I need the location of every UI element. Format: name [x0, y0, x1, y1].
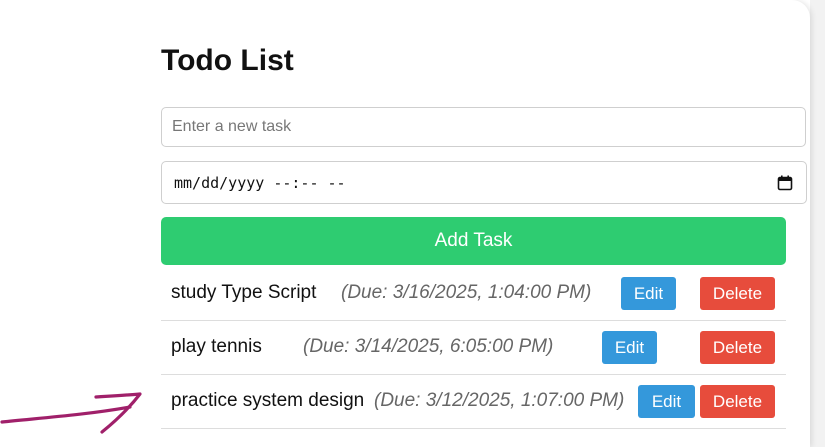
- edit-button[interactable]: Edit: [638, 385, 695, 418]
- task-row: study Type Script (Due: 3/16/2025, 1:04:…: [161, 266, 786, 321]
- page: Todo List mm/dd/yyyy --:-- -- Add Task s…: [0, 0, 825, 447]
- add-task-button[interactable]: Add Task: [161, 217, 786, 265]
- annotation-arrow-icon: [0, 392, 142, 434]
- window-edge: [810, 0, 825, 447]
- task-row: play tennis (Due: 3/14/2025, 6:05:00 PM)…: [161, 320, 786, 375]
- edit-button[interactable]: Edit: [621, 277, 676, 310]
- edit-button[interactable]: Edit: [602, 331, 657, 364]
- task-input[interactable]: [161, 107, 806, 147]
- delete-button[interactable]: Delete: [700, 331, 775, 364]
- task-name: study Type Script: [171, 282, 317, 303]
- delete-button[interactable]: Delete: [700, 277, 775, 310]
- due-date-input[interactable]: mm/dd/yyyy --:-- --: [161, 161, 807, 204]
- task-due-date: (Due: 3/12/2025, 1:07:00 PM): [374, 390, 625, 411]
- task-row: practice system design (Due: 3/12/2025, …: [161, 374, 786, 429]
- task-name: practice system design: [171, 390, 365, 411]
- calendar-icon[interactable]: [777, 175, 793, 191]
- page-title: Todo List: [161, 44, 294, 77]
- delete-button[interactable]: Delete: [700, 385, 775, 418]
- task-due-date: (Due: 3/16/2025, 1:04:00 PM): [341, 282, 592, 303]
- task-name: play tennis: [171, 336, 262, 357]
- task-due-date: (Due: 3/14/2025, 6:05:00 PM): [303, 336, 554, 357]
- date-placeholder: mm/dd/yyyy --:-- --: [174, 174, 346, 192]
